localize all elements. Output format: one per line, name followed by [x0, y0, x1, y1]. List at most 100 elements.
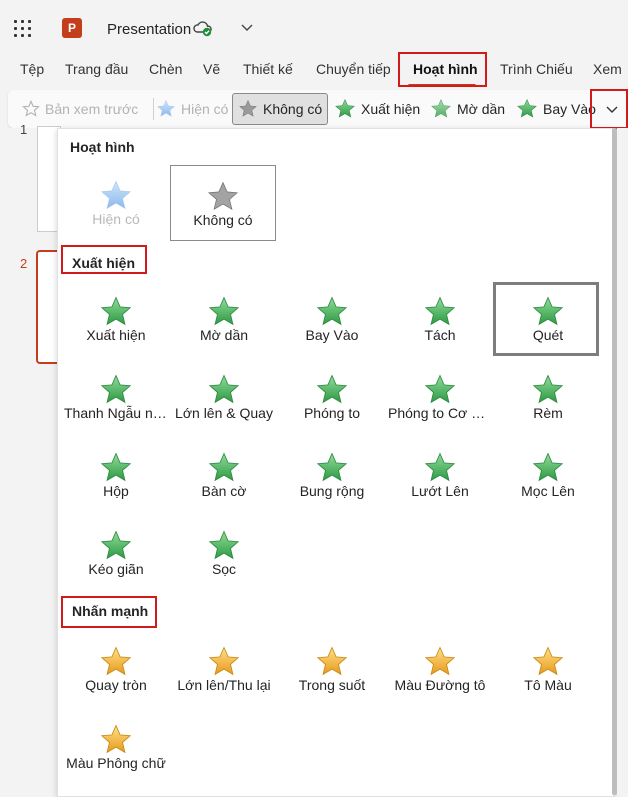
fly-in-animation-button[interactable]: Bay Vào — [516, 90, 596, 128]
entrance-effect-item[interactable]: Mờ dần — [170, 281, 278, 353]
entrance-effect-star-icon — [207, 295, 241, 329]
emphasis-effect-star-icon — [99, 645, 133, 679]
animation-label: Không có — [193, 212, 253, 228]
emphasis-effect-item[interactable]: Quay tròn — [62, 631, 170, 703]
none-label: Không có — [263, 101, 323, 117]
entrance-effect-star-icon — [207, 373, 241, 407]
entrance-effect-item[interactable]: Lớn lên & Quay — [170, 359, 278, 431]
slide-number: 2 — [20, 256, 28, 271]
current-star-icon — [99, 179, 133, 213]
appear-label: Xuất hiện — [361, 101, 421, 117]
fade-animation-button[interactable]: Mờ dần — [430, 90, 505, 128]
animation-label: Lớn lên/Thu lại — [177, 677, 271, 693]
animation-label: Bung rộng — [299, 483, 365, 499]
entrance-effect-star-icon — [99, 373, 133, 407]
emphasis-effect-item[interactable]: Màu Đường tô — [386, 631, 494, 703]
fade-label: Mờ dần — [457, 101, 506, 117]
entrance-effect-item[interactable]: Bàn cờ — [170, 437, 278, 509]
animation-label: Kéo giãn — [88, 561, 144, 577]
tab-design[interactable]: Thiết kế — [243, 61, 293, 77]
entrance-effect-item[interactable]: Bay Vào — [278, 281, 386, 353]
appear-animation-button[interactable]: Xuất hiện — [334, 90, 420, 128]
entrance-effect-item[interactable]: Xuất hiện — [62, 281, 170, 353]
highlight-entrance-header — [61, 245, 147, 274]
animation-label: Màu Đường tô — [394, 677, 486, 693]
entrance-effect-item[interactable]: Lướt Lên — [386, 437, 494, 509]
animation-gallery-dropdown: Hoạt hình Hiện có Không có Xuất hiện Xuấ… — [57, 128, 614, 797]
preview-button[interactable]: Bản xem trước — [22, 90, 138, 128]
animation-current[interactable]: Hiện có — [62, 165, 170, 237]
emphasis-effect-star-icon — [99, 723, 133, 757]
emphasis-effect-star-icon — [423, 645, 457, 679]
app-launcher-icon[interactable] — [14, 20, 32, 38]
none-animation-button[interactable]: Không có — [232, 93, 329, 125]
animation-label: Hiện có — [92, 211, 140, 227]
entrance-effect-star-icon — [423, 373, 457, 407]
slide-number: 1 — [20, 122, 28, 137]
tab-home[interactable]: Trang đầu — [65, 61, 128, 77]
entrance-effect-item[interactable]: Phóng to — [278, 359, 386, 431]
ribbon-tabs: Tệp Trang đầu Chèn Vẽ Thiết kế Chuyển ti… — [0, 56, 628, 86]
animation-label: Phóng to Cơ bản — [388, 405, 494, 421]
current-star-icon — [156, 99, 176, 119]
emphasis-effect-item[interactable]: Trong suốt — [278, 631, 386, 703]
tab-view[interactable]: Xem — [593, 61, 622, 77]
animation-label: Hộp — [103, 483, 129, 499]
tab-insert[interactable]: Chèn — [149, 61, 182, 77]
current-animation-button[interactable]: Hiện có — [156, 90, 228, 128]
document-title[interactable]: Presentation — [107, 21, 191, 38]
animation-label: Mọc Lên — [521, 483, 575, 499]
tab-transitions[interactable]: Chuyển tiếp — [316, 61, 391, 77]
entrance-effect-item[interactable]: Hộp — [62, 437, 170, 509]
entrance-effect-star-icon — [99, 451, 133, 485]
none-star-icon — [238, 99, 258, 119]
emphasis-effect-star-icon — [315, 645, 349, 679]
emphasis-effect-item[interactable]: Màu Phông chữ — [62, 709, 170, 781]
entrance-effect-item[interactable]: Tách — [386, 281, 494, 353]
chevron-down-icon[interactable] — [240, 20, 254, 34]
entrance-effect-star-icon — [207, 451, 241, 485]
tab-slideshow[interactable]: Trình Chiếu — [500, 61, 573, 77]
animation-label: Rèm — [533, 405, 563, 421]
section-header-animation: Hoạt hình — [70, 139, 135, 155]
entrance-effect-star-icon — [99, 295, 133, 329]
entrance-effect-item[interactable]: Thanh Ngẫu nhiên — [62, 359, 170, 431]
canvas-edge — [617, 128, 628, 795]
entrance-effect-star-icon — [315, 451, 349, 485]
animation-none[interactable]: Không có — [170, 165, 276, 241]
animation-label: Tách — [424, 327, 456, 343]
fade-star-icon — [430, 98, 452, 120]
preview-star-icon — [22, 100, 40, 118]
entrance-effect-item[interactable]: Bung rộng — [278, 437, 386, 509]
current-label: Hiện có — [181, 101, 229, 117]
highlight-emphasis-header — [61, 596, 157, 628]
entrance-effect-item[interactable]: Rèm — [494, 359, 602, 431]
emphasis-effect-item[interactable]: Lớn lên/Thu lại — [170, 631, 278, 703]
none-star-icon — [206, 180, 240, 214]
entrance-effect-star-icon — [423, 451, 457, 485]
animation-label: Lướt Lên — [411, 483, 469, 499]
animation-label: Màu Phông chữ — [66, 755, 166, 771]
emphasis-effect-item[interactable]: Tô Màu — [494, 631, 602, 703]
highlight-wipe-item — [493, 282, 599, 356]
entrance-effect-star-icon — [531, 373, 565, 407]
cloud-saved-icon[interactable] — [193, 20, 213, 38]
fly-in-star-icon — [516, 98, 538, 120]
emphasis-effect-star-icon — [207, 645, 241, 679]
entrance-effect-item[interactable]: Phóng to Cơ bản — [386, 359, 494, 431]
entrance-effect-item[interactable]: Mọc Lên — [494, 437, 602, 509]
entrance-effect-star-icon — [531, 451, 565, 485]
powerpoint-logo-icon: P — [62, 18, 82, 38]
animation-label: Mờ dần — [199, 327, 249, 343]
animation-label: Bàn cờ — [201, 483, 247, 499]
tab-file[interactable]: Tệp — [20, 61, 44, 77]
appear-star-icon — [334, 98, 356, 120]
entrance-effect-item[interactable]: Sọc — [170, 515, 278, 587]
preview-label: Bản xem trước — [45, 101, 139, 117]
animation-label: Lớn lên & Quay — [175, 405, 273, 421]
entrance-effect-item[interactable]: Kéo giãn — [62, 515, 170, 587]
animation-label: Tô Màu — [524, 677, 572, 693]
animation-label: Xuất hiện — [86, 327, 146, 343]
animation-label: Thanh Ngẫu nhiên — [64, 405, 170, 421]
tab-draw[interactable]: Vẽ — [203, 61, 220, 77]
